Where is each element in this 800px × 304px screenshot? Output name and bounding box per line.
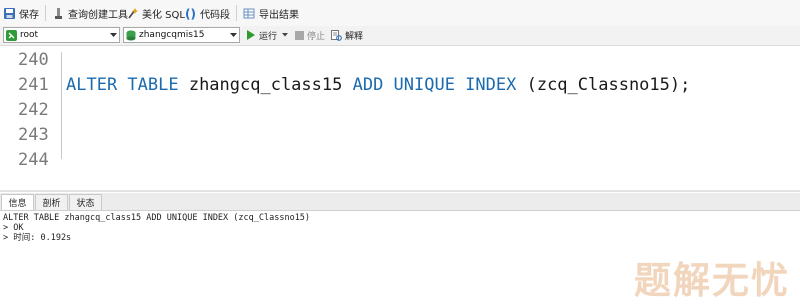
connection-toolbar: root zhangcqmis15 运行 停止 解释 (0, 26, 800, 46)
sql-editor[interactable]: 240 241 242 243 244 ALTER TABLE zhangcq_… (0, 46, 800, 190)
query-builder-icon (55, 7, 62, 19)
line-number: 242 (18, 100, 49, 120)
code-line[interactable]: ALTER TABLE zhangcq_class15 ADD UNIQUE I… (66, 75, 690, 95)
line-number: 244 (18, 150, 49, 170)
main-toolbar: 保存 查询创建工具 美化 SQL () 代码段 导出结果 (0, 0, 800, 27)
stop-label: 停止 (307, 31, 326, 42)
play-icon (247, 30, 255, 40)
watermark: 题解无忧 (634, 259, 790, 302)
run-dropdown-icon[interactable] (282, 33, 289, 37)
run-button[interactable]: 运行 (246, 27, 291, 43)
connection-value: root (20, 30, 39, 40)
output-line: > 时间: 0.192s (3, 233, 72, 243)
beautify-sql-button[interactable]: 美化 SQL (127, 4, 185, 22)
query-builder-label: 查询创建工具 (68, 9, 128, 21)
explain-label: 解释 (345, 31, 364, 42)
result-tab-bar: 信息 剖析 状态 (0, 193, 800, 211)
tab-profile[interactable]: 剖析 (35, 194, 68, 210)
sql-keyword: ADD UNIQUE INDEX (352, 75, 517, 95)
line-number: 243 (18, 125, 49, 145)
database-value: zhangcqmis15 (139, 30, 205, 40)
fold-guide-line (61, 52, 62, 159)
code-snippet-label: 代码段 (200, 9, 230, 21)
stop-button[interactable]: 停止 (295, 27, 325, 43)
output-line: > OK (3, 223, 24, 233)
toolbar-divider (45, 5, 46, 21)
chevron-down-icon[interactable] (107, 28, 119, 42)
message-output: ALTER TABLE zhangcq_class15 ADD UNIQUE I… (3, 213, 310, 243)
output-line: ALTER TABLE zhangcq_class15 ADD UNIQUE I… (3, 213, 311, 223)
beautify-sql-label: 美化 SQL (142, 9, 185, 21)
code-snippet-button[interactable]: () 代码段 (185, 4, 230, 22)
tab-status[interactable]: 状态 (69, 194, 102, 210)
svg-text:(): () (185, 7, 196, 20)
line-number: 241 (18, 75, 49, 95)
sql-identifier: zhangcq_class15 (178, 75, 353, 95)
code-snippet-icon: () (185, 7, 196, 20)
explain-button[interactable]: 解释 (331, 27, 363, 43)
stop-icon (295, 30, 304, 40)
line-number: 240 (18, 50, 49, 70)
database-icon (126, 30, 136, 40)
sql-keyword: ALTER TABLE (66, 75, 179, 95)
tab-info[interactable]: 信息 (1, 194, 34, 210)
save-button[interactable]: 保存 (3, 4, 39, 22)
export-results-label: 导出结果 (259, 9, 299, 21)
explain-icon (331, 29, 342, 41)
query-builder-button[interactable]: 查询创建工具 (52, 4, 128, 22)
toolbar-divider (236, 5, 237, 21)
chevron-down-icon[interactable] (227, 28, 239, 42)
save-icon (4, 7, 15, 19)
save-label: 保存 (19, 9, 39, 21)
run-label: 运行 (259, 31, 278, 42)
connection-icon (6, 29, 17, 41)
export-results-button[interactable]: 导出结果 (243, 4, 299, 22)
connection-select[interactable]: root (3, 27, 120, 43)
sql-identifier: (zcq_Classno15); (516, 75, 691, 95)
export-results-icon (243, 8, 255, 18)
database-select[interactable]: zhangcqmis15 (123, 27, 240, 43)
beautify-sql-icon (128, 7, 138, 18)
panel-splitter[interactable] (0, 190, 800, 192)
